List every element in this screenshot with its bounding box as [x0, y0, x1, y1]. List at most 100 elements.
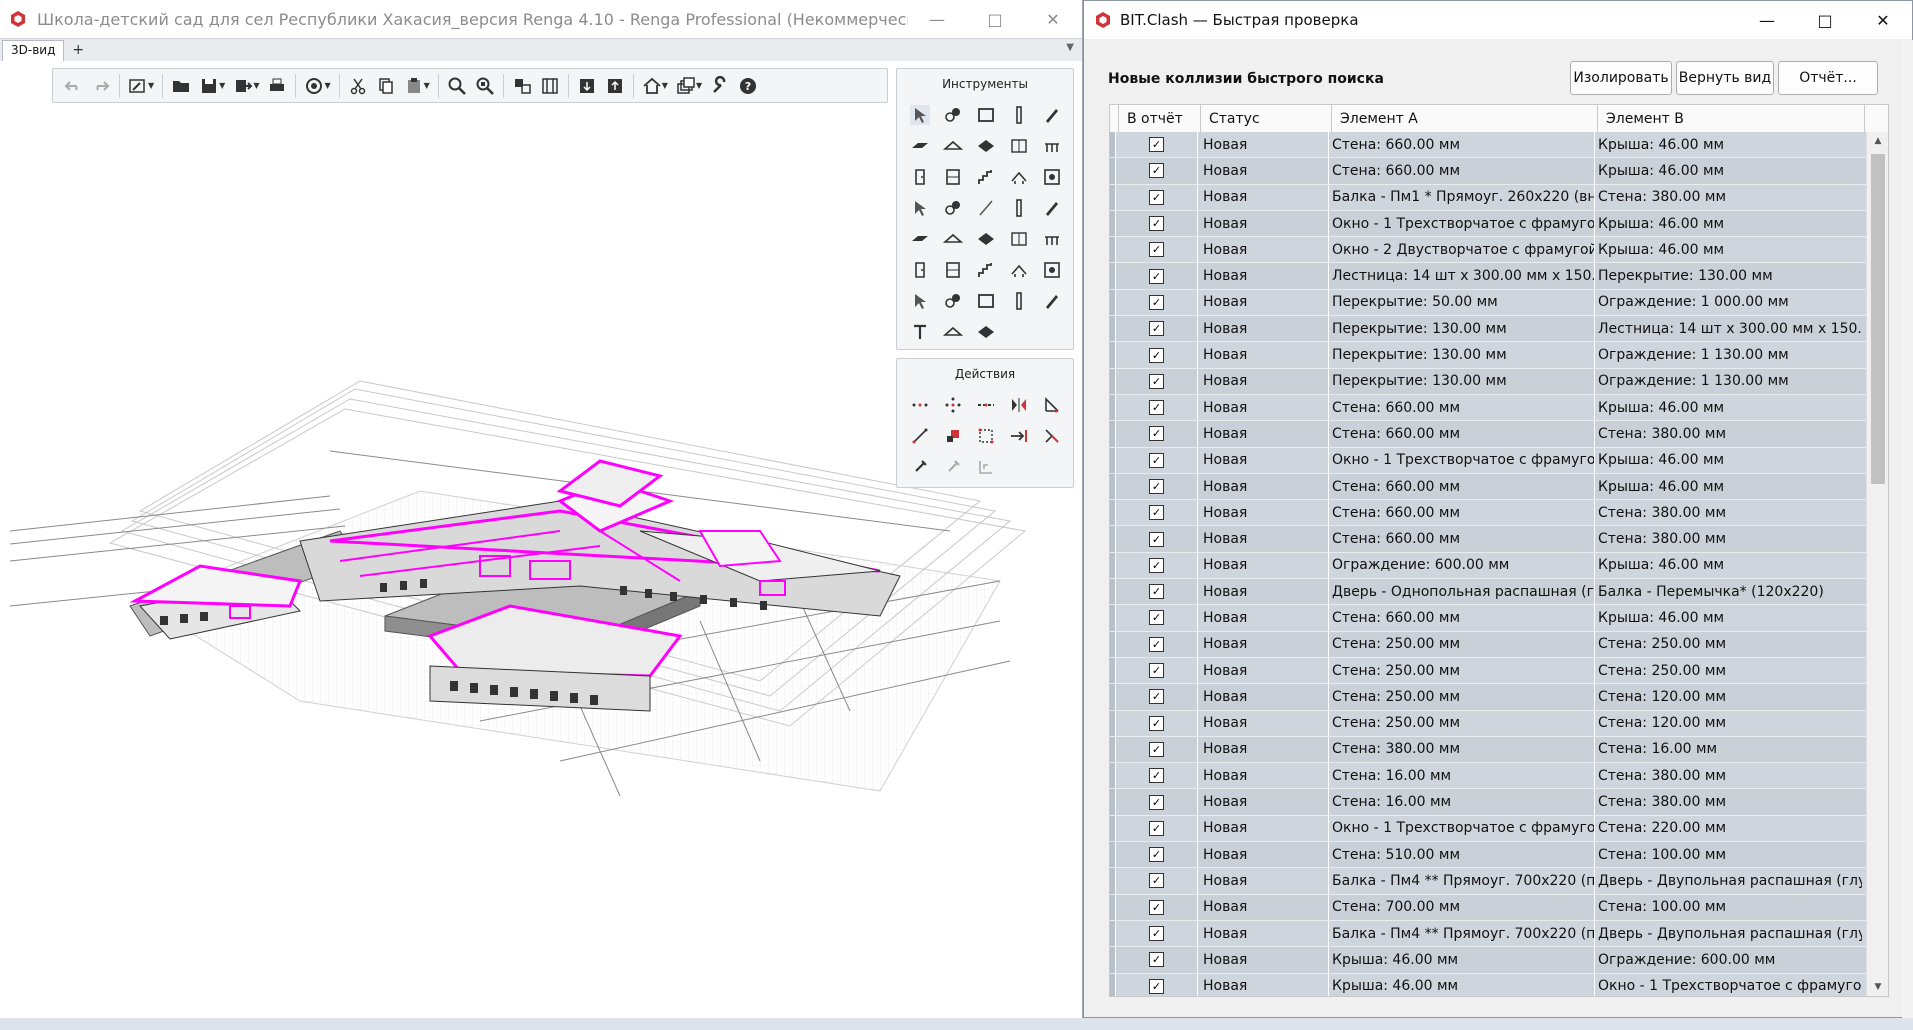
transform-icon[interactable] — [969, 420, 1002, 451]
table-row[interactable]: ✓ Новая Дверь - Однопольная распашная (глу… — [1110, 579, 1866, 606]
report-checkbox[interactable]: ✓ — [1149, 479, 1164, 494]
report-checkbox[interactable]: ✓ — [1149, 294, 1164, 310]
valve-icon[interactable] — [903, 223, 936, 254]
scale-icon[interactable] — [903, 420, 936, 451]
save-dropdown-chevron-icon[interactable]: ▼ — [219, 81, 225, 90]
table-row[interactable]: ✓ Новая Стена: 510.00 мм Стена: 100.00 мм — [1110, 842, 1866, 869]
view-switch-icon[interactable] — [508, 72, 536, 100]
roof-icon[interactable] — [936, 130, 969, 161]
column-header-element-a[interactable]: Элемент A — [1332, 105, 1598, 132]
red-square-icon[interactable] — [936, 420, 969, 451]
ramp-icon[interactable] — [969, 130, 1002, 161]
report-checkbox[interactable]: ✓ — [1149, 768, 1164, 784]
duct-icon[interactable] — [936, 223, 969, 254]
level-up-icon[interactable] — [601, 72, 629, 100]
report-button[interactable]: Отчёт... — [1778, 61, 1878, 95]
report-checkbox[interactable]: ✓ — [1149, 216, 1164, 232]
window-icon[interactable] — [936, 161, 969, 192]
report-checkbox[interactable]: ✓ — [1149, 952, 1164, 968]
bend-icon[interactable] — [969, 254, 1002, 285]
wave-icon[interactable] — [1002, 285, 1035, 316]
table-row[interactable]: ✓ Новая Стена: 16.00 мм Стена: 380.00 мм — [1110, 763, 1866, 790]
paste-dropdown-chevron-icon[interactable]: ▼ — [424, 81, 430, 90]
tab-3d-view[interactable]: 3D-вид — [2, 40, 65, 61]
redo-icon[interactable] — [87, 72, 115, 100]
elbow-icon[interactable] — [1002, 254, 1035, 285]
dash-icon[interactable] — [969, 389, 1002, 420]
wand-dropdown-chevron-icon[interactable]: ▼ — [148, 81, 154, 90]
copy-icon[interactable] — [372, 72, 400, 100]
scroll-down-icon[interactable]: ▼ — [1867, 978, 1888, 996]
close-icon[interactable]: ✕ — [1854, 1, 1912, 39]
table-row[interactable]: ✓ Новая Перекрытие: 50.00 мм Ограждение: 1 … — [1110, 289, 1866, 317]
table-row[interactable]: ✓ Новая Окно - 1 Трехстворчатое с фрамугой… — [1110, 815, 1866, 843]
isolate-button[interactable]: Изолировать — [1570, 61, 1672, 95]
table-row[interactable]: ✓ Новая Окно - 1 Трехстворчатое с фрамугой… — [1110, 210, 1866, 238]
table-row[interactable]: ✓ Новая Перекрытие: 130.00 мм Ограждение: 1… — [1110, 368, 1866, 395]
report-checkbox[interactable]: ✓ — [1149, 584, 1164, 600]
table-row[interactable]: ✓ Новая Стена: 250.00 мм Стена: 250.00 мм — [1110, 631, 1866, 658]
table-row[interactable]: ✓ Новая Крыша: 46.00 мм Окно - 1 Трехстворч… — [1110, 973, 1866, 996]
cable-icon[interactable] — [1035, 223, 1068, 254]
table-row[interactable]: ✓ Новая Стена: 660.00 мм Стена: 380.00 мм — [1110, 526, 1866, 553]
section-icon[interactable] — [536, 72, 564, 100]
column-icon[interactable] — [1002, 99, 1035, 130]
paint-icon[interactable] — [936, 99, 969, 130]
report-checkbox[interactable]: ✓ — [1149, 505, 1164, 521]
skylight-icon[interactable] — [1035, 130, 1068, 161]
report-checkbox[interactable]: ✓ — [1149, 137, 1164, 153]
table-row[interactable]: ✓ Новая Балка - Пм4 ** Прямоуг. 700х220 (п… — [1110, 868, 1866, 895]
undo-icon[interactable] — [59, 72, 87, 100]
mirror-icon[interactable] — [1002, 389, 1035, 420]
move-icon[interactable] — [903, 389, 936, 420]
fitting-icon[interactable] — [969, 223, 1002, 254]
fill-icon[interactable] — [969, 316, 1002, 347]
panel-icon[interactable] — [936, 285, 969, 316]
pin-icon[interactable] — [903, 451, 936, 482]
minimize-icon[interactable]: — — [1738, 1, 1796, 39]
equipment-icon[interactable] — [1035, 192, 1068, 223]
print-icon[interactable] — [263, 72, 291, 100]
plate-icon[interactable] — [1002, 192, 1035, 223]
maximize-icon[interactable]: □ — [1796, 1, 1854, 39]
pipe-icon[interactable] — [903, 192, 936, 223]
angle-icon[interactable] — [1035, 389, 1068, 420]
report-checkbox[interactable]: ✓ — [1149, 715, 1164, 731]
table-row[interactable]: ✓ Новая Стена: 660.00 мм Стена: 380.00 мм — [1110, 421, 1866, 448]
array-icon[interactable] — [936, 389, 969, 420]
column-header-status[interactable]: Статус — [1201, 105, 1332, 132]
report-checkbox[interactable]: ✓ — [1149, 373, 1164, 389]
report-checkbox[interactable]: ✓ — [1149, 452, 1164, 468]
table-row[interactable]: ✓ Новая Стена: 660.00 мм Крыша: 46.00 мм — [1110, 394, 1866, 422]
report-checkbox[interactable]: ✓ — [1149, 978, 1164, 994]
box-icon[interactable] — [1035, 254, 1068, 285]
table-row[interactable]: ✓ Новая Стена: 250.00 мм Стена: 250.00 мм — [1110, 657, 1866, 685]
table-row[interactable]: ✓ Новая Стена: 660.00 мм Крыша: 46.00 мм — [1110, 473, 1866, 501]
column-header-report[interactable]: В отчёт — [1119, 105, 1201, 132]
tank-icon[interactable] — [903, 254, 936, 285]
pump-icon[interactable] — [936, 254, 969, 285]
report-checkbox[interactable]: ✓ — [1149, 610, 1164, 626]
slab-icon[interactable] — [903, 130, 936, 161]
room-icon[interactable] — [1035, 161, 1068, 192]
table-row[interactable]: ✓ Новая Окно - 2 Двустворчатое с фрамугой:… — [1110, 237, 1866, 264]
hatch-icon[interactable] — [969, 285, 1002, 316]
help-icon[interactable]: ? — [734, 72, 762, 100]
door-icon[interactable] — [903, 161, 936, 192]
table-row[interactable]: ✓ Новая Стена: 700.00 мм Стена: 100.00 мм — [1110, 894, 1866, 921]
table-row[interactable]: ✓ Новая Стена: 380.00 мм Стена: 16.00 мм — [1110, 736, 1866, 764]
folder-open-icon[interactable] — [167, 72, 195, 100]
report-checkbox[interactable]: ✓ — [1149, 321, 1164, 337]
rect-icon[interactable] — [969, 99, 1002, 130]
align-icon[interactable] — [969, 451, 1002, 482]
zoom-icon[interactable] — [443, 72, 471, 100]
unpin-icon[interactable] — [936, 451, 969, 482]
report-checkbox[interactable]: ✓ — [1149, 242, 1164, 258]
table-row[interactable]: ✓ Новая Стена: 250.00 мм Стена: 120.00 мм — [1110, 684, 1866, 711]
dimension-icon[interactable] — [1035, 285, 1068, 316]
close-icon[interactable]: ✕ — [1024, 0, 1082, 38]
scroll-thumb[interactable] — [1871, 154, 1885, 484]
table-row[interactable]: ✓ Новая Балка - Пм1 * Прямоуг. 260х220 (вн… — [1110, 184, 1866, 211]
maximize-icon[interactable]: □ — [966, 0, 1024, 38]
report-checkbox[interactable]: ✓ — [1149, 794, 1164, 810]
